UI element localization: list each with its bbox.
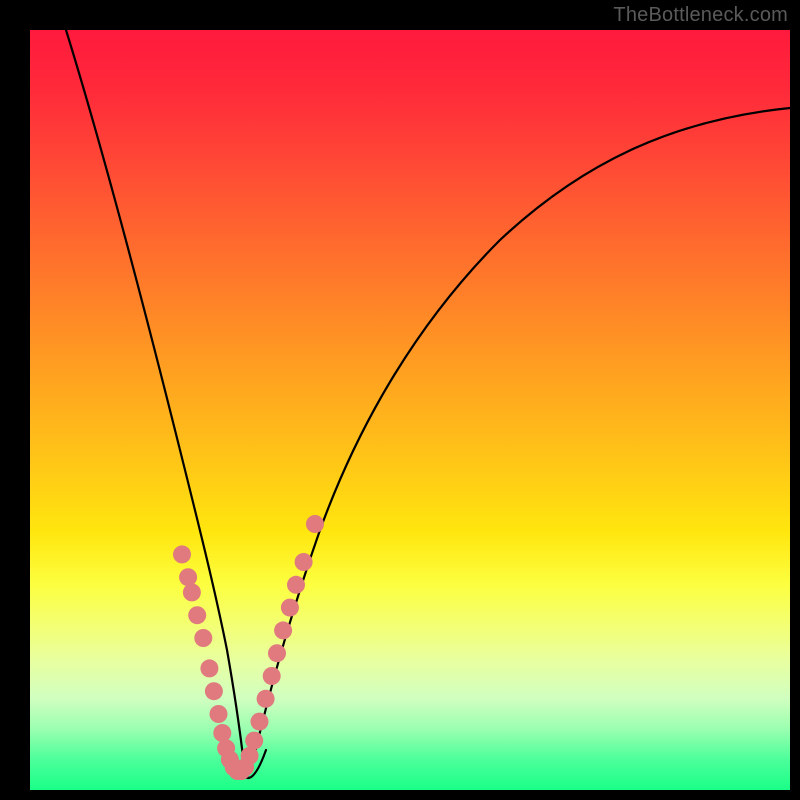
curve-marker bbox=[245, 732, 263, 750]
curve-marker bbox=[210, 705, 228, 723]
marker-layer bbox=[173, 515, 324, 780]
watermark-text: TheBottleneck.com bbox=[613, 4, 788, 27]
curve-marker bbox=[183, 583, 201, 601]
curve-marker bbox=[257, 690, 275, 708]
curve-marker bbox=[194, 629, 212, 647]
curve-marker bbox=[205, 682, 223, 700]
curve-marker bbox=[263, 667, 281, 685]
curve-marker bbox=[179, 568, 197, 586]
curve-marker bbox=[306, 515, 324, 533]
bottleneck-curve-left bbox=[66, 30, 244, 765]
curve-marker bbox=[251, 713, 269, 731]
curve-marker bbox=[268, 644, 286, 662]
curve-marker bbox=[295, 553, 313, 571]
chart-svg bbox=[30, 30, 790, 790]
curve-marker bbox=[173, 545, 191, 563]
curve-marker bbox=[188, 606, 206, 624]
curve-marker bbox=[200, 659, 218, 677]
curve-marker bbox=[287, 576, 305, 594]
bottleneck-curve-right bbox=[252, 108, 790, 765]
curve-marker bbox=[281, 599, 299, 617]
outer-frame: TheBottleneck.com bbox=[0, 0, 800, 800]
curve-marker bbox=[241, 747, 259, 765]
curve-layer bbox=[66, 30, 790, 778]
curve-marker bbox=[213, 724, 231, 742]
curve-marker bbox=[274, 621, 292, 639]
